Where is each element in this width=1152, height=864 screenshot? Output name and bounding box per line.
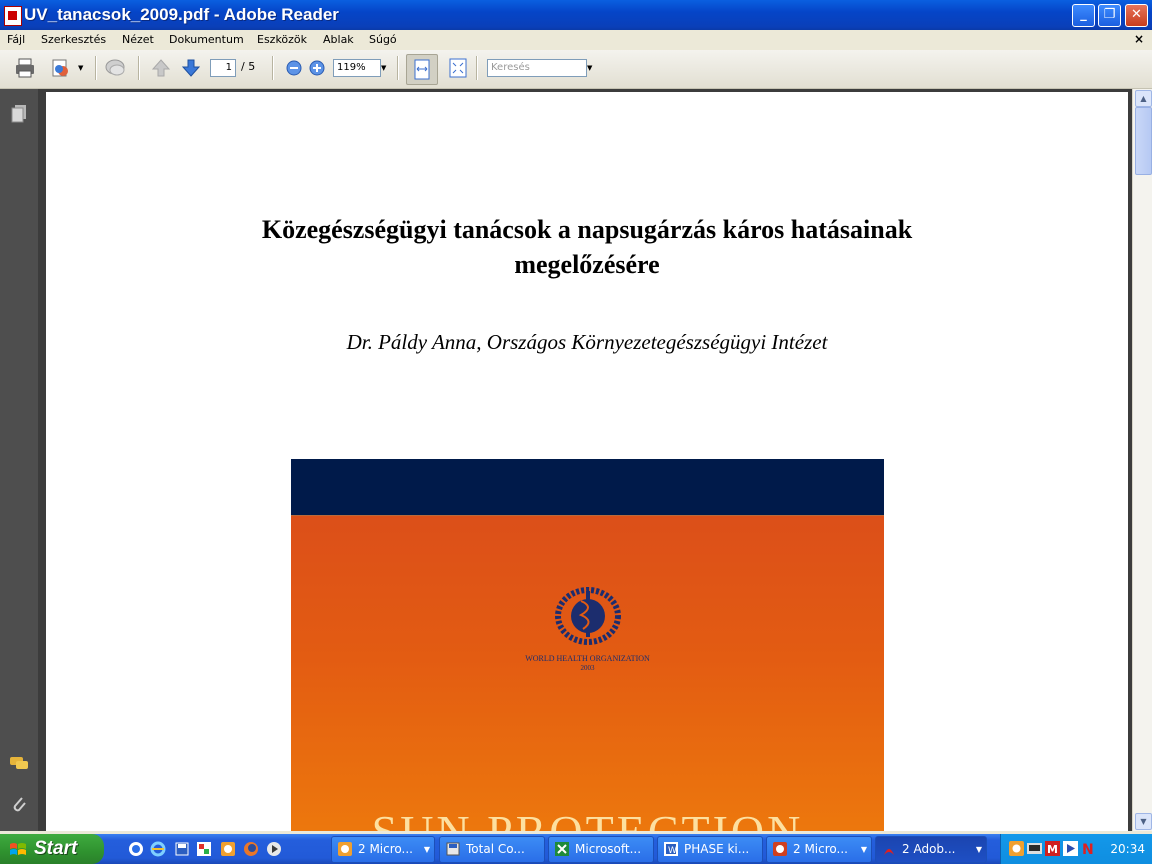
menu-tools[interactable]: Eszközök: [257, 33, 307, 46]
search-input[interactable]: Keresés: [487, 59, 587, 77]
tray-n-icon[interactable]: N: [1081, 841, 1096, 856]
tray-mcafee-icon[interactable]: M: [1045, 841, 1060, 856]
close-button[interactable]: ✕: [1125, 4, 1148, 27]
excel-icon: [555, 842, 569, 856]
taskbar-item-2[interactable]: Microsoft...: [548, 836, 654, 863]
fit-page-icon[interactable]: [447, 57, 469, 79]
svg-text:N: N: [1082, 842, 1094, 856]
menu-document[interactable]: Dokumentum: [169, 33, 244, 46]
document-title: Közegészségügyi tanácsok a napsugárzás k…: [46, 212, 1128, 282]
chevron-down-icon: ▼: [860, 845, 867, 854]
divider: [138, 56, 140, 80]
comments-panel-icon[interactable]: [9, 753, 29, 773]
floppy-icon: [446, 842, 460, 856]
taskbar-item-4[interactable]: 2 Micro... ▼: [766, 836, 872, 863]
menu-help[interactable]: Súgó: [369, 33, 397, 46]
scroll-thumb[interactable]: [1135, 107, 1152, 175]
previous-page-icon[interactable]: [150, 57, 172, 79]
svg-text:W: W: [668, 846, 677, 856]
internet-explorer-icon[interactable]: [150, 841, 166, 857]
fit-width-icon[interactable]: [406, 54, 438, 85]
taskbar: Start 2 Micro... ▼ Total Co... Microsoft.…: [0, 834, 1152, 864]
divider: [397, 56, 399, 80]
document-title-line1: Közegészségügyi tanácsok a napsugárzás k…: [261, 215, 913, 244]
chevron-down-icon: ▼: [975, 845, 982, 854]
who-emblem-icon: [555, 587, 621, 645]
pages-icon[interactable]: [9, 103, 29, 123]
zoom-in-icon[interactable]: [306, 57, 328, 79]
tray-network-icon[interactable]: [1027, 841, 1042, 856]
window-title: UV_tanacsok_2009.pdf - Adobe Reader: [24, 5, 339, 24]
tray-media-icon[interactable]: [1063, 841, 1078, 856]
cover-year: 2003: [580, 664, 595, 672]
divider: [272, 56, 274, 80]
cover-top-band: [291, 459, 884, 516]
firefox-icon[interactable]: [243, 841, 259, 857]
svg-text:M: M: [1047, 843, 1058, 856]
menu-window[interactable]: Ablak: [323, 33, 354, 46]
title-bar[interactable]: UV_tanacsok_2009.pdf - Adobe Reader _ ❐ …: [0, 0, 1152, 30]
document-author: Dr. Páldy Anna, Országos Környezetegészs…: [346, 330, 828, 354]
windows-logo-icon: [10, 843, 26, 855]
search-dropdown-chevron-icon[interactable]: ▼: [587, 57, 595, 79]
system-clock[interactable]: 20:34: [1110, 842, 1145, 856]
quicklaunch-browser-icon[interactable]: [128, 841, 144, 857]
minimize-button[interactable]: _: [1072, 4, 1095, 27]
clock-app-icon: [338, 842, 352, 856]
pdf-page: Közegészségügyi tanácsok a napsugárzás k…: [46, 92, 1128, 831]
menu-bar: Fájl Szerkesztés Nézet Dokumentum Eszköz…: [0, 30, 1152, 50]
attachments-paperclip-icon[interactable]: [9, 794, 29, 814]
powerpoint-icon: [773, 842, 787, 856]
maximize-button[interactable]: ❐: [1098, 4, 1121, 27]
navigation-pane: [0, 89, 38, 831]
chevron-down-icon[interactable]: ▼: [78, 57, 86, 79]
zoom-level-select[interactable]: 119%: [333, 59, 381, 77]
zoom-dropdown-chevron-icon[interactable]: ▼: [381, 57, 389, 79]
system-tray: M N 20:34: [1000, 834, 1152, 864]
next-page-icon[interactable]: [180, 57, 202, 79]
toolbar: ▼ 1 / 5 119% ▼ Keresés ▼: [0, 50, 1152, 89]
quicklaunch-floppy-icon[interactable]: [174, 841, 190, 857]
quicklaunch-picture-icon[interactable]: [196, 841, 212, 857]
start-button[interactable]: Start: [0, 834, 104, 864]
attach-share-icon[interactable]: [50, 57, 72, 79]
taskbar-item-0[interactable]: 2 Micro... ▼: [331, 836, 435, 863]
page-number-input[interactable]: 1: [210, 59, 236, 77]
quicklaunch-media-icon[interactable]: [266, 841, 282, 857]
menu-edit[interactable]: Szerkesztés: [41, 33, 106, 46]
cover-image: WORLD HEALTH ORGANIZATION 2003 SUN PROTE…: [291, 459, 884, 831]
quicklaunch-clock-icon[interactable]: [220, 841, 236, 857]
divider: [476, 56, 478, 80]
scroll-down-icon[interactable]: ▼: [1135, 813, 1152, 830]
scroll-up-icon[interactable]: ▲: [1135, 90, 1152, 107]
page-total: / 5: [241, 60, 256, 73]
menu-file[interactable]: Fájl: [7, 33, 25, 46]
taskbar-item-3[interactable]: W PHASE ki...: [657, 836, 763, 863]
cover-big-title: SUN PROTECTION: [291, 805, 884, 831]
adobe-icon: [884, 849, 894, 855]
chevron-down-icon: ▼: [423, 845, 430, 854]
print-icon[interactable]: [14, 57, 36, 79]
document-view[interactable]: Közegészségügyi tanácsok a napsugárzás k…: [38, 89, 1132, 831]
comments-icon[interactable]: [104, 57, 126, 79]
menu-view[interactable]: Nézet: [122, 33, 154, 46]
vertical-scrollbar[interactable]: ▲ ▼: [1132, 89, 1152, 831]
document-title-line2: megelőzésére: [514, 250, 660, 279]
document-close-icon[interactable]: ×: [1134, 32, 1144, 46]
cover-org-name: WORLD HEALTH ORGANIZATION: [525, 654, 650, 663]
taskbar-item-1[interactable]: Total Co...: [439, 836, 545, 863]
zoom-out-icon[interactable]: [283, 57, 305, 79]
tray-clock-app-icon[interactable]: [1009, 841, 1024, 856]
word-icon: W: [664, 842, 678, 856]
divider: [95, 56, 97, 80]
taskbar-item-5[interactable]: 2 Adob... ▼: [875, 836, 987, 863]
pdf-app-icon: [4, 6, 22, 26]
